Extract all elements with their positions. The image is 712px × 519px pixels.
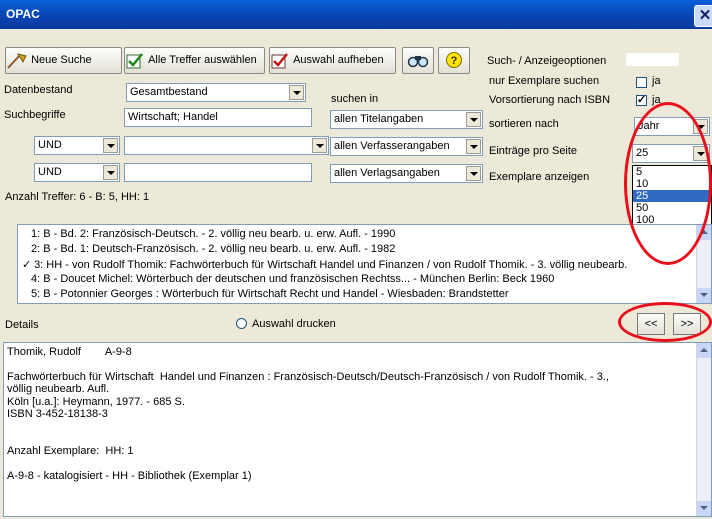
results-list[interactable]: 1: B - Bd. 2: Französisch-Deutsch. - 2. … [17, 224, 712, 304]
collection-value: Gesamtbestand [130, 86, 208, 98]
details-line: Anzahl Exemplare: HH: 1 [7, 444, 134, 457]
details-box: Thomik, Rudolf A-9-8 Fachwörterbuch für … [3, 342, 712, 517]
next-button[interactable]: >> [673, 313, 701, 335]
search-in-select-3[interactable]: allen Verlagsangaben [330, 164, 483, 183]
term-2-input[interactable] [124, 136, 329, 155]
list-item-text: 3: HH - von Rudolf Thomik: Fachwörterbuc… [34, 259, 628, 271]
window-title: OPAC [6, 7, 40, 21]
scroll-up-icon[interactable] [697, 343, 711, 358]
chevron-down-icon [103, 165, 118, 180]
details-label: Details [5, 319, 39, 331]
per-page-option-selected[interactable]: 25 [633, 190, 711, 202]
search-in-value-2: allen Verfasserangaben [334, 140, 450, 152]
details-line: Thomik, Rudolf A-9-8 [7, 346, 132, 358]
opac-window: OPAC ✕ Neue Suche Alle Treffer auswählen… [0, 0, 712, 519]
new-search-button[interactable]: Neue Suche [5, 47, 122, 74]
details-line: völlig neubearb. Aufl. [7, 383, 110, 396]
operator-2-value: UND [38, 166, 62, 178]
svg-text:?: ? [451, 55, 458, 67]
prev-button[interactable]: << [637, 313, 665, 335]
show-copies-label: Exemplare anzeigen [489, 171, 590, 183]
per-page-select[interactable]: 25 [632, 144, 710, 163]
search-in-select-2[interactable]: allen Verfasserangaben [330, 137, 483, 156]
per-page-option[interactable]: 50 [633, 202, 711, 214]
chevron-down-icon [312, 138, 327, 153]
chevron-down-icon [466, 139, 481, 154]
per-page-value: 25 [636, 147, 649, 159]
scroll-down-icon[interactable] [697, 501, 711, 516]
sort-by-value: Jahr [638, 120, 660, 132]
chevron-down-icon [466, 166, 481, 181]
search-in-value-3: allen Verlagsangaben [334, 167, 440, 179]
chevron-down-icon [693, 119, 708, 134]
presort-isbn-value: ja [652, 94, 661, 106]
details-line: Köln [u.a.]: Heymann, 1977. - 685 S. [7, 395, 185, 408]
details-line [7, 359, 693, 371]
scroll-up-icon[interactable] [697, 225, 711, 240]
binoculars-button[interactable] [402, 47, 434, 74]
check-icon: ✓ [22, 259, 32, 271]
sort-by-select[interactable]: Jahr [634, 117, 710, 136]
per-page-option[interactable]: 5 [633, 166, 711, 178]
hits-summary: Anzahl Treffer: 6 - B: 5, HH: 1 [5, 191, 150, 203]
operator-2-select[interactable]: UND [34, 163, 120, 182]
print-selection-radio[interactable] [236, 318, 247, 329]
list-item[interactable]: 1: B - Bd. 2: Französisch-Deutsch. - 2. … [31, 228, 395, 240]
details-line [7, 433, 693, 445]
list-item[interactable]: 2: B - Bd. 1: Deutsch-Französisch. - 2. … [31, 243, 395, 255]
chevron-down-icon [693, 146, 708, 161]
new-search-label: Neue Suche [31, 54, 92, 66]
results-scrollbar[interactable] [696, 225, 711, 303]
search-terms-input[interactable]: Wirtschaft; Handel [124, 108, 312, 127]
presort-isbn-checkbox[interactable]: ✓ [636, 95, 647, 106]
list-item[interactable]: 5: B - Potonnier Georges : Wörterbuch fü… [31, 288, 509, 300]
per-page-option[interactable]: 10 [633, 178, 711, 190]
details-line [7, 421, 693, 433]
list-item[interactable]: 4: B - Doucet Michel: Wörterbuch der deu… [31, 273, 554, 285]
collection-label: Datenbestand [4, 84, 73, 96]
collection-select[interactable]: Gesamtbestand [126, 83, 306, 102]
select-all-label: Alle Treffer auswählen [148, 54, 257, 66]
list-item-checked[interactable]: ✓ 3: HH - von Rudolf Thomik: Fachwörterb… [22, 258, 627, 271]
search-in-select-1[interactable]: allen Titelangaben [330, 110, 483, 129]
help-button[interactable]: ? [438, 47, 470, 74]
search-in-value-1: allen Titelangaben [334, 113, 424, 125]
details-line: ISBN 3-452-18138-3 [7, 408, 108, 421]
details-line: Fachwörterbuch für Wirtschaft Handel und… [7, 370, 609, 383]
sort-by-label: sortieren nach [489, 118, 559, 130]
select-all-button[interactable]: Alle Treffer auswählen [124, 47, 265, 74]
only-copies-checkbox[interactable] [636, 77, 647, 88]
unchecklist-icon [271, 52, 288, 68]
only-copies-label: nur Exemplare suchen [489, 75, 600, 87]
scroll-down-icon[interactable] [697, 288, 711, 303]
help-icon: ? [446, 52, 462, 69]
per-page-label: Einträge pro Seite [489, 145, 578, 157]
term-3-input[interactable] [124, 163, 312, 182]
chevron-down-icon [466, 112, 481, 127]
clear-selection-label: Auswahl aufheben [293, 54, 384, 66]
search-in-label: suchen in [331, 93, 379, 105]
binoculars-icon [407, 56, 429, 68]
checklist-icon [126, 52, 143, 68]
presort-isbn-label: Vorsortierung nach ISBN [489, 94, 611, 106]
only-copies-value: ja [652, 75, 661, 87]
operator-1-select[interactable]: UND [34, 136, 120, 155]
details-text: Thomik, Rudolf A-9-8 Fachwörterbuch für … [7, 346, 693, 482]
clear-selection-button[interactable]: Auswahl aufheben [269, 47, 396, 74]
operator-1-value: UND [38, 139, 62, 151]
options-title-field [626, 53, 679, 66]
chevron-down-icon [103, 138, 118, 153]
options-title: Such- / Anzeigeoptionen [487, 55, 607, 67]
print-selection-label: Auswahl drucken [252, 318, 336, 330]
details-line: A-9-8 - katalogisiert - HH - Bibliothek … [7, 469, 252, 482]
search-terms-label: Suchbegriffe [4, 109, 66, 121]
broom-icon [7, 52, 27, 69]
details-scrollbar[interactable] [696, 343, 711, 516]
chevron-down-icon [289, 85, 304, 100]
title-bar: OPAC ✕ [0, 0, 712, 29]
close-button[interactable]: ✕ [694, 5, 712, 27]
details-line [7, 458, 693, 470]
